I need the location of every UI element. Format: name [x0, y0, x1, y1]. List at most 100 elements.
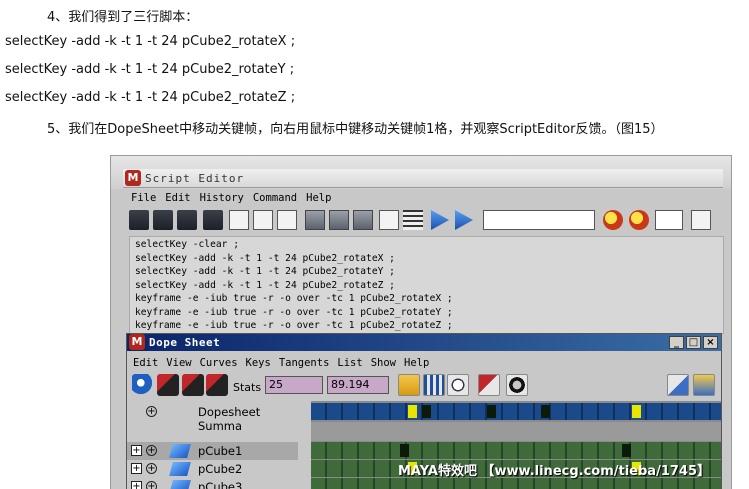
cube-icon — [169, 480, 191, 489]
cube-icon — [169, 444, 191, 458]
keyframe-marker[interactable] — [422, 405, 431, 418]
keyframe-marker[interactable] — [487, 405, 496, 418]
script-editor-title-strip: M Script Editor — [123, 169, 723, 188]
stats-value-field[interactable]: 89.194 — [327, 376, 389, 394]
clear-all-icon[interactable] — [277, 210, 297, 230]
keyframe-marker[interactable] — [632, 405, 641, 418]
save-script-icon[interactable] — [177, 210, 197, 230]
maximize-button[interactable]: □ — [686, 336, 701, 349]
search-up-icon[interactable] — [629, 210, 649, 230]
keyframe-marker[interactable] — [408, 405, 417, 418]
frame-all-icon[interactable] — [398, 374, 420, 396]
outliner-label: pCube3 — [198, 480, 243, 489]
dope-sheet-titlebar: M Dope Sheet _ □ × — [127, 334, 721, 351]
close-button[interactable]: × — [703, 336, 718, 349]
refresh-icon[interactable] — [506, 374, 528, 396]
graph-editor-icon[interactable] — [667, 374, 689, 396]
dope-sheet-menubar: Edit View Curves Keys Tangents List Show… — [133, 357, 429, 369]
menu-edit[interactable]: Edit — [133, 357, 158, 369]
script-history-panel[interactable]: selectKey -clear ; selectKey -add -k -t … — [129, 236, 724, 334]
script-editor-titlebar: M Script Editor — [111, 156, 731, 189]
select-tool-icon[interactable] — [132, 374, 154, 396]
save-to-shelf-icon[interactable] — [203, 210, 223, 230]
script-editor-menubar: File Edit History Command Help — [131, 192, 331, 204]
expand-icon[interactable]: + — [131, 445, 142, 456]
menu-history[interactable]: History — [200, 192, 244, 204]
clear-input-icon[interactable] — [253, 210, 273, 230]
outliner-row-pcube3[interactable]: + + pCube3 — [127, 478, 298, 489]
menu-show[interactable]: Show — [371, 357, 396, 369]
show-both-icon[interactable] — [353, 210, 373, 230]
maya-app-icon: M — [129, 334, 145, 350]
dope-sheet-icon[interactable] — [693, 374, 715, 396]
history-line: keyframe -e -iub true -r -o over -tc 1 p… — [135, 306, 453, 318]
keyframe-marker[interactable] — [541, 405, 550, 418]
summary-track[interactable] — [311, 403, 721, 420]
maya-app-icon: M — [125, 170, 141, 186]
script-editor-toolbar — [123, 208, 723, 234]
cube-icon — [169, 462, 191, 476]
expand-channels-icon[interactable]: + — [146, 445, 157, 456]
execute-selected-icon[interactable] — [455, 210, 473, 230]
menu-list[interactable]: List — [337, 357, 362, 369]
keyframe-marker[interactable] — [400, 444, 409, 457]
script-line-3: selectKey -add -k -t 1 -t 24 pCube2_rota… — [5, 90, 296, 105]
menu-view[interactable]: View — [166, 357, 191, 369]
add-key-tool-icon[interactable] — [206, 374, 228, 396]
menu-keys[interactable]: Keys — [246, 357, 271, 369]
frame-playback-icon[interactable] — [423, 374, 445, 396]
goto-line-input[interactable] — [655, 210, 683, 230]
open-script-icon[interactable] — [129, 210, 149, 230]
history-line: selectKey -add -k -t 1 -t 24 pCube2_rota… — [135, 266, 395, 277]
script-search-input[interactable] — [483, 210, 595, 230]
stats-frame-field[interactable]: 25 — [265, 376, 323, 394]
expand-icon[interactable]: + — [131, 463, 142, 474]
outliner-row-summary[interactable]: + Dopesheet Summa — [127, 403, 298, 433]
keyframe-marker[interactable] — [622, 444, 631, 457]
line-numbers-icon[interactable] — [403, 210, 423, 230]
script-line-1: selectKey -add -k -t 1 -t 24 pCube2_rota… — [5, 34, 296, 49]
center-current-time-icon[interactable] — [447, 374, 469, 396]
expand-channels-icon[interactable]: + — [146, 406, 157, 417]
menu-help[interactable]: Help — [306, 192, 331, 204]
history-line: selectKey -add -k -t 1 -t 24 pCube2_rota… — [135, 279, 395, 291]
pcube3-track[interactable] — [311, 478, 721, 489]
pcube1-track[interactable] — [311, 442, 721, 459]
outliner-row-pcube2[interactable]: + + pCube2 — [127, 460, 298, 478]
history-line: selectKey -add -k -t 1 -t 24 pCube2_rota… — [135, 252, 395, 264]
history-line: selectKey -clear ; — [135, 239, 239, 250]
outliner-label: pCube2 — [198, 462, 243, 476]
expand-channels-icon[interactable]: + — [146, 481, 157, 489]
menu-command[interactable]: Command — [253, 192, 297, 204]
show-history-icon[interactable] — [305, 210, 325, 230]
step5-text: 5、我们在DopeSheet中移动关键帧，向右用鼠标中键移动关键帧1格，并观察S… — [47, 122, 664, 137]
menu-file[interactable]: File — [131, 192, 156, 204]
menu-curves[interactable]: Curves — [200, 357, 238, 369]
show-input-icon[interactable] — [329, 210, 349, 230]
script-line-2: selectKey -add -k -t 1 -t 24 pCube2_rota… — [5, 62, 295, 77]
menu-help[interactable]: Help — [404, 357, 429, 369]
minimize-button[interactable]: _ — [669, 336, 684, 349]
goto-line-icon[interactable] — [691, 210, 711, 230]
search-down-icon[interactable] — [603, 210, 623, 230]
execute-all-icon[interactable] — [431, 210, 449, 230]
menu-tangents[interactable]: Tangents — [279, 357, 330, 369]
insert-key-tool-icon[interactable] — [182, 374, 204, 396]
script-editor-title: Script Editor — [145, 172, 245, 185]
outliner-row-pcube1[interactable]: + + pCube1 — [127, 442, 298, 460]
dope-sheet-title: Dope Sheet — [149, 336, 221, 349]
undo-icon[interactable] — [530, 374, 552, 396]
move-key-tool-icon[interactable] — [157, 374, 179, 396]
outliner-label: pCube1 — [198, 444, 243, 458]
echo-commands-icon[interactable] — [379, 210, 399, 230]
expand-icon[interactable]: + — [131, 481, 142, 489]
source-script-icon[interactable] — [153, 210, 173, 230]
watermark: MAYA特效吧 【www.linecg.com/tieba/1745】 — [398, 464, 711, 479]
menu-edit[interactable]: Edit — [165, 192, 190, 204]
dope-sheet-outliner: + Dopesheet Summa + + pCube1 + + pCube2 … — [127, 401, 298, 489]
expand-channels-icon[interactable]: + — [146, 463, 157, 474]
summary-gap — [311, 422, 721, 441]
clear-history-icon[interactable] — [229, 210, 249, 230]
hierarchy-icon[interactable] — [478, 374, 500, 396]
history-line: keyframe -e -iub true -r -o over -tc 1 p… — [135, 293, 453, 304]
